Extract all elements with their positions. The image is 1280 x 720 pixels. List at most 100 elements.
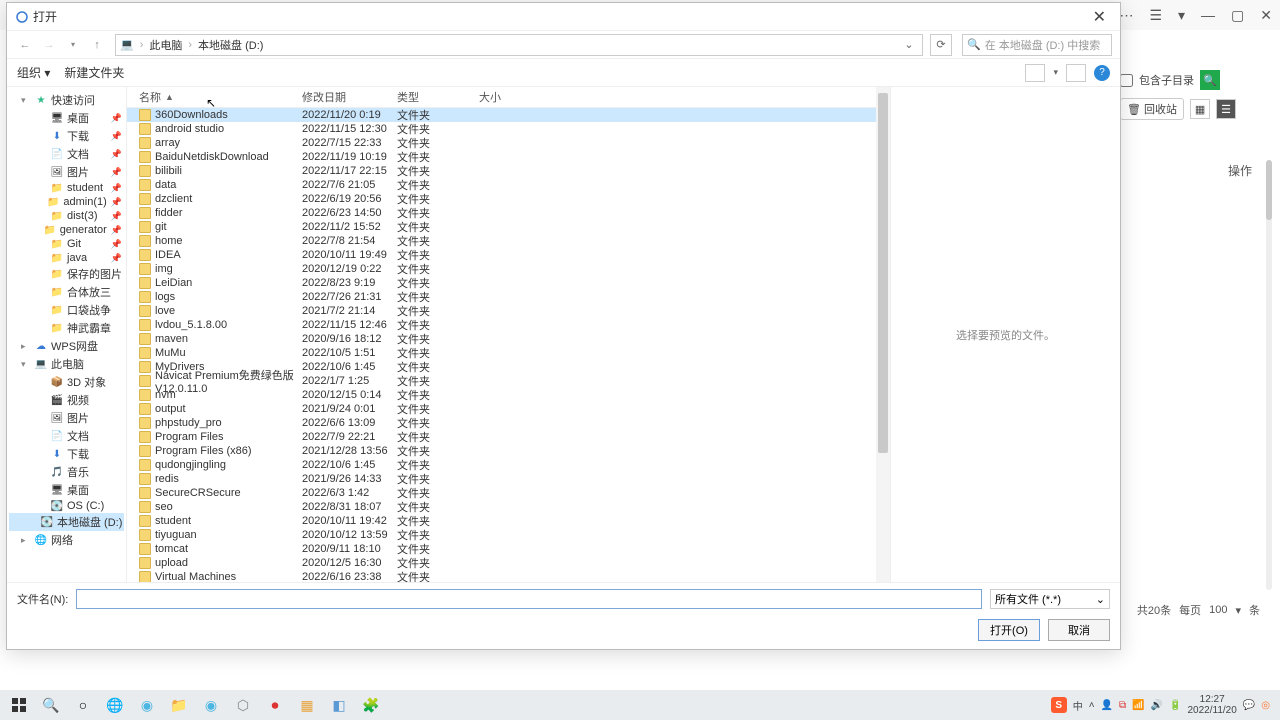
- tree-node[interactable]: java📌: [9, 251, 124, 265]
- maximize-icon[interactable]: ▢: [1231, 7, 1244, 24]
- chevron-down-icon[interactable]: ⌄: [900, 38, 918, 51]
- filetype-select[interactable]: 所有文件 (*.*)⌄: [990, 589, 1110, 609]
- file-row[interactable]: Program Files2022/7/9 22:21文件夹: [127, 430, 876, 444]
- tree-node[interactable]: 图片📌: [9, 163, 124, 181]
- column-headers[interactable]: 名称 ▲ 修改日期 类型 大小: [127, 87, 876, 108]
- more-icon[interactable]: ⋯: [1119, 7, 1133, 24]
- file-row[interactable]: img2020/12/19 0:22文件夹: [127, 262, 876, 276]
- refresh-icon[interactable]: ⟳: [930, 34, 952, 56]
- tree-node[interactable]: admin(1)📌: [9, 195, 124, 209]
- volume-icon[interactable]: 🔊: [1151, 700, 1163, 711]
- open-button[interactable]: 打开(O): [978, 619, 1040, 641]
- tree-node[interactable]: ▾此电脑: [9, 355, 124, 373]
- edge-icon[interactable]: 🌐: [100, 692, 130, 718]
- battery-icon[interactable]: 🔋: [1169, 700, 1181, 711]
- organize-menu[interactable]: 组织 ▾: [17, 64, 50, 81]
- file-row[interactable]: git2022/11/2 15:52文件夹: [127, 220, 876, 234]
- nav-up-icon[interactable]: ↑: [87, 35, 107, 55]
- nav-back-icon[interactable]: ←: [15, 35, 35, 55]
- file-row[interactable]: seo2022/8/31 18:07文件夹: [127, 500, 876, 514]
- file-row[interactable]: upload2020/12/5 16:30文件夹: [127, 556, 876, 570]
- list-scrollbar[interactable]: [876, 87, 890, 582]
- tree-node[interactable]: 口袋战争: [9, 301, 124, 319]
- app3-icon[interactable]: ◧: [324, 692, 354, 718]
- explorer-icon[interactable]: 📁: [164, 692, 194, 718]
- file-row[interactable]: logs2022/7/26 21:31文件夹: [127, 290, 876, 304]
- browser2-icon[interactable]: ◉: [132, 692, 162, 718]
- tree-node[interactable]: ▸网络: [9, 531, 124, 549]
- tree-node[interactable]: 文档📌: [9, 145, 124, 163]
- recycle-button[interactable]: 🗑 回收站: [1120, 98, 1184, 120]
- file-row[interactable]: SecureCRSecure2022/6/3 1:42文件夹: [127, 486, 876, 500]
- list-view-icon[interactable]: ☰: [1216, 99, 1236, 119]
- nav-recent-icon[interactable]: ▾: [63, 35, 83, 55]
- start-icon[interactable]: [4, 692, 34, 718]
- cortana-icon[interactable]: ○: [68, 692, 98, 718]
- tree-node[interactable]: 音乐: [9, 463, 124, 481]
- include-sub-checkbox[interactable]: [1120, 74, 1133, 87]
- file-row[interactable]: tomcat2020/9/11 18:10文件夹: [127, 542, 876, 556]
- system-tray[interactable]: S 中 ˄ 👤 ⧉ 📶 🔊 🔋 12:27 2022/11/20 💬 ◎: [1051, 694, 1276, 716]
- help-icon[interactable]: ?: [1094, 65, 1110, 81]
- breadcrumb[interactable]: 💻 › 此电脑 › 本地磁盘 (D:) ⌄: [115, 34, 923, 56]
- file-row[interactable]: redis2021/9/26 14:33文件夹: [127, 472, 876, 486]
- tree-node[interactable]: 图片: [9, 409, 124, 427]
- dialog-close-icon[interactable]: ✕: [1087, 7, 1112, 27]
- file-row[interactable]: student2020/10/11 19:42文件夹: [127, 514, 876, 528]
- minimize-icon[interactable]: —: [1201, 7, 1215, 23]
- tree-node[interactable]: student📌: [9, 181, 124, 195]
- folder-tree[interactable]: ▾快速访问桌面📌下载📌文档📌图片📌student📌admin(1)📌dist(3…: [7, 87, 127, 582]
- file-row[interactable]: nvm2020/12/15 0:14文件夹: [127, 388, 876, 402]
- wifi-icon[interactable]: 📶: [1132, 700, 1144, 711]
- tree-node[interactable]: ▸WPS网盘: [9, 337, 124, 355]
- file-row[interactable]: data2022/7/6 21:05文件夹: [127, 178, 876, 192]
- page-scrollbar[interactable]: [1266, 160, 1272, 590]
- clock[interactable]: 12:27 2022/11/20: [1188, 694, 1237, 716]
- browser3-icon[interactable]: ◉: [196, 692, 226, 718]
- app1-icon[interactable]: ⬡: [228, 692, 258, 718]
- tree-node[interactable]: 下载: [9, 445, 124, 463]
- tree-node[interactable]: 神武霸章: [9, 319, 124, 337]
- record-icon[interactable]: ⏺: [260, 692, 290, 718]
- tree-node[interactable]: 合体放三: [9, 283, 124, 301]
- file-row[interactable]: qudongjingling2022/10/6 1:45文件夹: [127, 458, 876, 472]
- nav-forward-icon[interactable]: →: [39, 35, 59, 55]
- file-row[interactable]: fidder2022/6/23 14:50文件夹: [127, 206, 876, 220]
- notification-icon[interactable]: 💬: [1243, 700, 1255, 711]
- view-dropdown-icon[interactable]: ▾: [1053, 67, 1058, 78]
- file-row[interactable]: array2022/7/15 22:33文件夹: [127, 136, 876, 150]
- close-icon[interactable]: ✕: [1260, 7, 1272, 24]
- app-tray-icon[interactable]: ◎: [1261, 700, 1270, 711]
- tree-node[interactable]: 本地磁盘 (D:): [9, 513, 124, 531]
- file-row[interactable]: bilibili2022/11/17 22:15文件夹: [127, 164, 876, 178]
- ime-icon[interactable]: S: [1051, 697, 1067, 713]
- file-row[interactable]: home2022/7/8 21:54文件夹: [127, 234, 876, 248]
- file-row[interactable]: Program Files (x86)2021/12/28 13:56文件夹: [127, 444, 876, 458]
- tree-node[interactable]: OS (C:): [9, 499, 124, 513]
- tree-node[interactable]: 桌面: [9, 481, 124, 499]
- tray-up-icon[interactable]: ˄: [1089, 700, 1095, 711]
- people-icon[interactable]: 👤: [1101, 700, 1113, 711]
- file-row[interactable]: android studio2022/11/15 12:30文件夹: [127, 122, 876, 136]
- taskbar[interactable]: 🔍 ○ 🌐 ◉ 📁 ◉ ⬡ ⏺ ▦ ◧ 🧩 S 中 ˄ 👤 ⧉ 📶 🔊 🔋 12…: [0, 690, 1280, 720]
- app4-icon[interactable]: 🧩: [356, 692, 386, 718]
- file-row[interactable]: phpstudy_pro2022/6/6 13:09文件夹: [127, 416, 876, 430]
- tree-node[interactable]: 视频: [9, 391, 124, 409]
- filename-input[interactable]: [76, 589, 982, 609]
- file-row[interactable]: IDEA2020/10/11 19:49文件夹: [127, 248, 876, 262]
- file-row[interactable]: LeiDian2022/8/23 9:19文件夹: [127, 276, 876, 290]
- search-icon[interactable]: 🔍: [36, 692, 66, 718]
- menu-icon[interactable]: ☰: [1149, 7, 1162, 24]
- tree-node[interactable]: 下载📌: [9, 127, 124, 145]
- file-row[interactable]: Navicat Premium免费绿色版 V12.0.11.02022/1/7 …: [127, 374, 876, 388]
- tree-node[interactable]: 3D 对象: [9, 373, 124, 391]
- bookmark-icon[interactable]: ▾: [1178, 7, 1185, 24]
- file-row[interactable]: 360Downloads2022/11/20 0:19文件夹: [127, 108, 876, 122]
- app2-icon[interactable]: ▦: [292, 692, 322, 718]
- grid-view-icon[interactable]: ▦: [1190, 99, 1210, 119]
- file-row[interactable]: maven2020/9/16 18:12文件夹: [127, 332, 876, 346]
- file-row[interactable]: MuMu2022/10/5 1:51文件夹: [127, 346, 876, 360]
- tree-node[interactable]: Git📌: [9, 237, 124, 251]
- file-row[interactable]: dzclient2022/6/19 20:56文件夹: [127, 192, 876, 206]
- ime-lang-icon[interactable]: 中: [1073, 698, 1083, 713]
